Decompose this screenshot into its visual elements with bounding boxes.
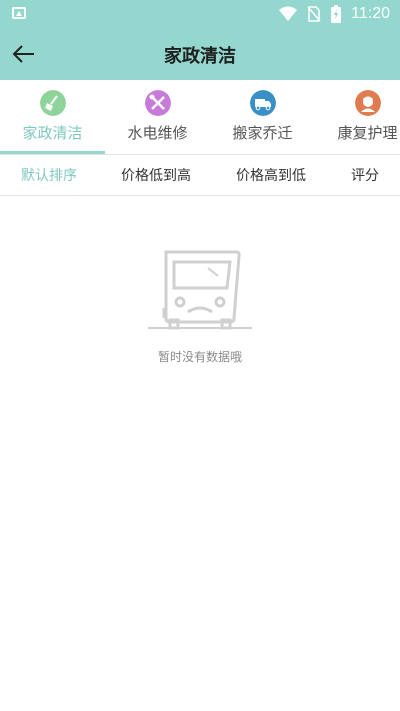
nurse-icon <box>354 90 381 116</box>
page-title: 家政清洁 <box>164 46 236 67</box>
tab-nursing[interactable]: 康复护理 <box>315 80 400 154</box>
empty-state: 暂时没有数据哦 <box>0 196 400 711</box>
tab-repair[interactable]: 水电维修 <box>105 80 210 154</box>
sort-bar: 默认排序 价格低到高 价格高到低 评分 <box>0 155 400 195</box>
tools-icon <box>144 90 171 116</box>
broom-icon <box>39 90 66 116</box>
sort-rating[interactable]: 评分 <box>351 165 379 185</box>
sort-price-asc[interactable]: 价格低到高 <box>121 165 191 185</box>
image-notification-icon <box>12 7 26 19</box>
battery-charging-icon <box>331 5 342 23</box>
clock: 11:20 <box>351 5 390 22</box>
status-bar: 11:20 <box>0 0 400 28</box>
tab-label: 搬家乔迁 <box>232 124 293 142</box>
no-sim-icon <box>307 6 321 22</box>
tab-label: 水电维修 <box>127 124 188 142</box>
status-icons: 11:20 <box>279 4 390 24</box>
empty-bus-icon <box>148 250 252 330</box>
tab-moving[interactable]: 搬家乔迁 <box>210 80 315 154</box>
truck-icon <box>249 90 276 116</box>
sort-price-desc[interactable]: 价格高到低 <box>236 165 306 185</box>
empty-state-text: 暂时没有数据哦 <box>157 350 242 364</box>
category-tabs: 家政清洁 水电维修 搬家乔迁 康复护理 <box>0 80 400 154</box>
tab-housekeeping[interactable]: 家政清洁 <box>0 80 105 154</box>
tab-label: 家政清洁 <box>22 124 83 142</box>
sort-default[interactable]: 默认排序 <box>21 165 77 185</box>
screen: 11:20 家政清洁 家政清洁 水电维修 搬家乔迁 康复护理 默认排序 价格低到… <box>0 0 400 711</box>
tab-label: 康复护理 <box>337 124 398 142</box>
app-bar: 家政清洁 <box>0 28 400 80</box>
wifi-icon <box>279 6 298 21</box>
